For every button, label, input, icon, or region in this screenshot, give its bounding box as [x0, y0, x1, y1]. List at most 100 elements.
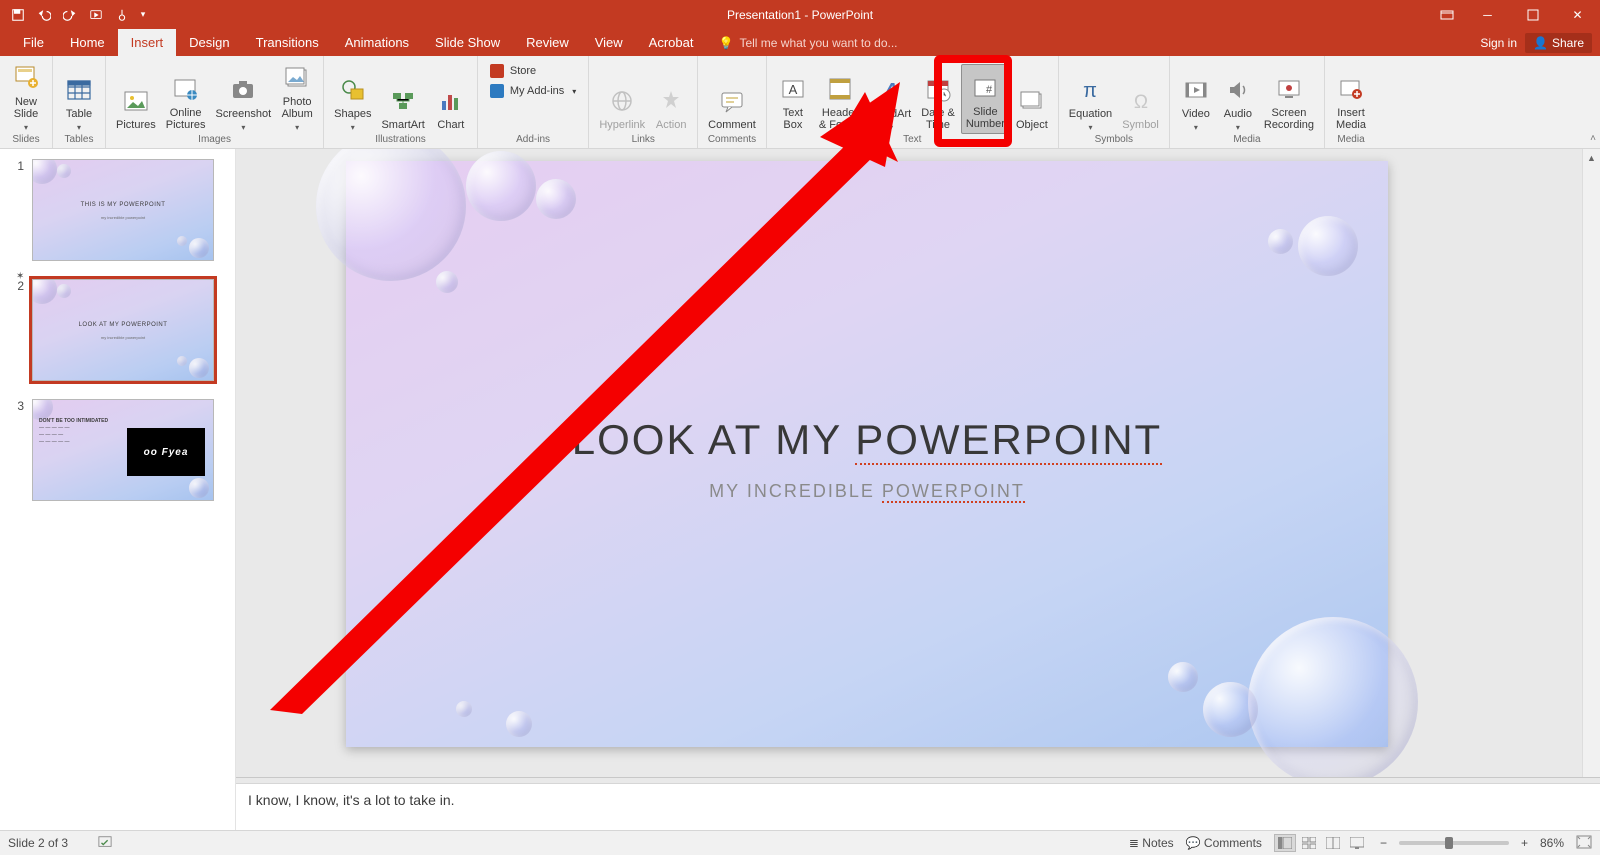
ribbon-display-options-icon[interactable]: [1429, 0, 1465, 29]
zoom-out-icon[interactable]: −: [1380, 836, 1387, 850]
qat-customize-icon[interactable]: ▾: [136, 3, 150, 27]
tab-file[interactable]: File: [10, 29, 57, 56]
slide-canvas[interactable]: LOOK AT MY POWERPOINT MY INCREDIBLE POWE…: [346, 161, 1388, 747]
smartart-button[interactable]: SmartArt: [377, 64, 428, 134]
shapes-icon: [339, 76, 367, 104]
vertical-scrollbar[interactable]: ▲ ▼ ⯅ ⯆: [1582, 149, 1600, 830]
store-icon: [490, 64, 504, 78]
group-tables: Table▾ Tables: [53, 56, 106, 148]
date-time-icon: [924, 75, 952, 103]
chart-icon: [437, 87, 465, 115]
action-icon: [657, 87, 685, 115]
reading-view-icon[interactable]: [1322, 834, 1344, 852]
thumbnail-3[interactable]: 3 DON'T BE TOO INTIMIDATED — — — — —— — …: [14, 399, 221, 501]
fit-to-window-icon[interactable]: [1576, 835, 1592, 852]
close-icon[interactable]: ✕: [1555, 0, 1600, 29]
my-addins-button[interactable]: My Add-ins▾: [490, 84, 576, 98]
tab-view[interactable]: View: [582, 29, 636, 56]
slide-sorter-view-icon[interactable]: [1298, 834, 1320, 852]
start-from-beginning-icon[interactable]: [84, 3, 108, 27]
tab-design[interactable]: Design: [176, 29, 242, 56]
status-bar: Slide 2 of 3 ≣ Notes 💬 Comments − + 86%: [0, 830, 1600, 855]
slide-thumbnails-pane[interactable]: 1 THIS IS MY POWERPOINT my incredible po…: [0, 149, 236, 830]
group-images: Pictures Online Pictures Screenshot▾ Pho…: [106, 56, 324, 148]
svg-text:A: A: [789, 82, 798, 97]
slide-subtitle-text[interactable]: MY INCREDIBLE POWERPOINT: [346, 481, 1388, 502]
sign-in-link[interactable]: Sign in: [1480, 36, 1517, 50]
tab-slideshow[interactable]: Slide Show: [422, 29, 513, 56]
group-links: Hyperlink Action Links: [589, 56, 698, 148]
redo-icon[interactable]: [58, 3, 82, 27]
comment-button[interactable]: Comment: [704, 64, 760, 134]
equation-button[interactable]: πEquation▾: [1065, 64, 1116, 134]
notes-pane[interactable]: I know, I know, it's a lot to take in.: [236, 783, 1600, 830]
save-icon[interactable]: [6, 3, 30, 27]
photo-album-button[interactable]: Photo Album▾: [277, 64, 317, 134]
store-button[interactable]: Store: [490, 64, 576, 78]
action-button: Action: [651, 64, 691, 134]
screen-recording-icon: [1275, 75, 1303, 103]
animation-star-icon: ✶: [16, 271, 24, 282]
tell-me-search[interactable]: 💡 Tell me what you want to do...: [706, 29, 897, 56]
table-icon: [65, 76, 93, 104]
share-button[interactable]: 👤 Share: [1525, 33, 1592, 53]
scroll-up-icon[interactable]: ▲: [1583, 149, 1600, 167]
pictures-icon: [122, 87, 150, 115]
online-pictures-button[interactable]: Online Pictures: [162, 64, 210, 134]
tab-home[interactable]: Home: [57, 29, 118, 56]
insert-media-icon: [1337, 75, 1365, 103]
new-slide-button[interactable]: New Slide▾: [6, 64, 46, 134]
thumbnail-1[interactable]: 1 THIS IS MY POWERPOINT my incredible po…: [14, 159, 221, 261]
date-time-button[interactable]: Date & Time: [917, 64, 959, 134]
slide-edit-area[interactable]: LOOK AT MY POWERPOINT MY INCREDIBLE POWE…: [236, 149, 1600, 830]
online-pictures-icon: [172, 75, 200, 103]
zoom-in-icon[interactable]: +: [1521, 836, 1528, 850]
tab-animations[interactable]: Animations: [332, 29, 422, 56]
zoom-slider[interactable]: [1399, 841, 1509, 845]
my-addins-icon: [490, 84, 504, 98]
ribbon-tabs: File Home Insert Design Transitions Anim…: [0, 29, 1600, 56]
slide-number-button[interactable]: #Slide Number: [961, 64, 1010, 134]
screenshot-icon: [229, 76, 257, 104]
minimize-icon[interactable]: ─: [1465, 0, 1510, 29]
title-bar: ▾ Presentation1 - PowerPoint ─ ✕: [0, 0, 1600, 29]
table-button[interactable]: Table▾: [59, 64, 99, 134]
video-button[interactable]: Video▾: [1176, 64, 1216, 134]
header-footer-button[interactable]: Header & Footer: [815, 64, 865, 134]
shapes-button[interactable]: Shapes▾: [330, 64, 375, 134]
slideshow-view-icon[interactable]: [1346, 834, 1368, 852]
notes-text[interactable]: I know, I know, it's a lot to take in.: [248, 792, 455, 808]
tab-transitions[interactable]: Transitions: [243, 29, 332, 56]
lightbulb-icon: 💡: [718, 36, 733, 50]
normal-view-icon[interactable]: [1274, 834, 1296, 852]
smartart-icon: [389, 87, 417, 115]
slide-indicator[interactable]: Slide 2 of 3: [8, 836, 68, 850]
spell-check-icon[interactable]: [98, 835, 112, 852]
undo-icon[interactable]: [32, 3, 56, 27]
comments-button[interactable]: 💬 Comments: [1186, 836, 1262, 850]
thumbnail-2[interactable]: 2 LOOK AT MY POWERPOINT my incredible po…: [14, 279, 221, 381]
screen-recording-button[interactable]: Screen Recording: [1260, 64, 1318, 134]
tab-acrobat[interactable]: Acrobat: [636, 29, 707, 56]
tab-insert[interactable]: Insert: [118, 29, 177, 56]
notes-button[interactable]: ≣ Notes: [1129, 836, 1174, 850]
object-button[interactable]: Object: [1012, 64, 1052, 134]
group-illustrations: Shapes▾ SmartArt Chart Illustrations: [324, 56, 478, 148]
collapse-ribbon-icon[interactable]: ˄: [1590, 133, 1596, 144]
screenshot-button[interactable]: Screenshot▾: [212, 64, 276, 134]
svg-text:A: A: [883, 80, 898, 102]
pictures-button[interactable]: Pictures: [112, 64, 160, 134]
hyperlink-button: Hyperlink: [595, 64, 649, 134]
touch-mouse-mode-icon[interactable]: [110, 3, 134, 27]
maximize-icon[interactable]: [1510, 0, 1555, 29]
zoom-level[interactable]: 86%: [1540, 836, 1564, 850]
audio-button[interactable]: Audio▾: [1218, 64, 1258, 134]
text-box-icon: A: [779, 75, 807, 103]
slide-title-text[interactable]: LOOK AT MY POWERPOINT: [346, 416, 1388, 464]
chart-button[interactable]: Chart: [431, 64, 471, 134]
wordart-button[interactable]: AWordArt▾: [867, 64, 915, 134]
tab-review[interactable]: Review: [513, 29, 582, 56]
insert-media-button[interactable]: Insert Media: [1331, 64, 1371, 134]
window-title: Presentation1 - PowerPoint: [727, 8, 873, 22]
text-box-button[interactable]: AText Box: [773, 64, 813, 134]
